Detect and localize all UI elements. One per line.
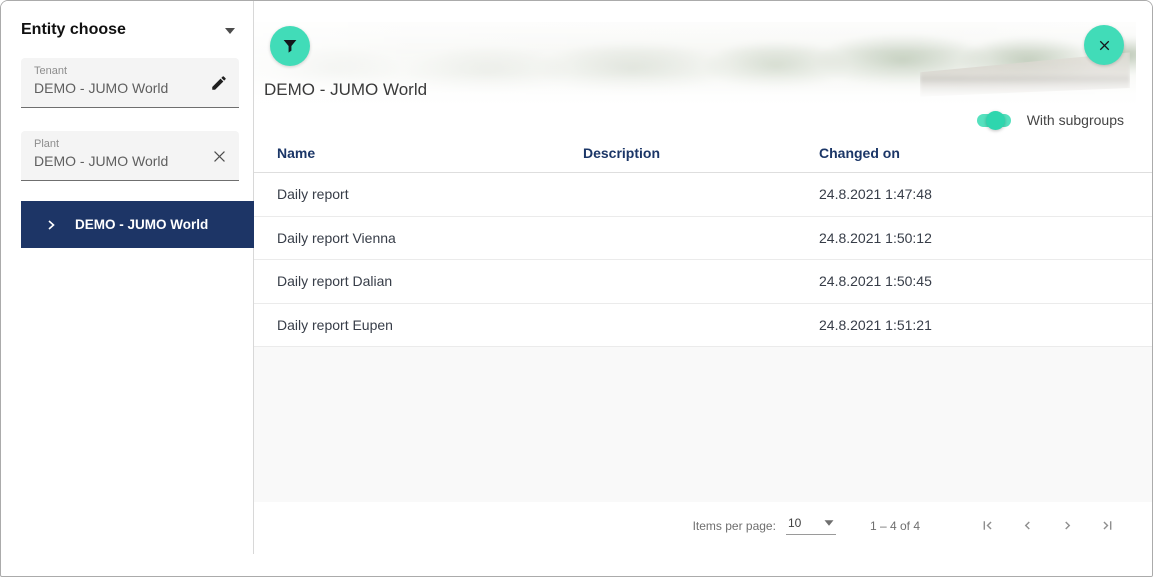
chevron-right-icon [45, 219, 57, 231]
next-page-button[interactable] [1058, 517, 1076, 535]
table-row[interactable]: Daily report Dalian 24.8.2021 1:50:45 [254, 260, 1152, 304]
first-page-button[interactable] [978, 517, 996, 535]
funnel-icon [281, 37, 299, 55]
sidebar: Entity choose Tenant DEMO - JUMO World P… [1, 1, 254, 554]
last-page-button[interactable] [1098, 517, 1116, 535]
app-window: Entity choose Tenant DEMO - JUMO World P… [0, 0, 1153, 577]
banner-image: DEMO - JUMO World [254, 22, 1136, 106]
column-header-name[interactable]: Name [277, 145, 583, 161]
cell-changed-on: 24.8.2021 1:51:21 [819, 317, 1136, 333]
main-panel: DEMO - JUMO World With subgroups Name De… [254, 1, 1152, 577]
cell-changed-on: 24.8.2021 1:47:48 [819, 186, 1136, 202]
close-icon [1096, 37, 1113, 54]
cell-changed-on: 24.8.2021 1:50:12 [819, 230, 1136, 246]
first-page-icon [979, 517, 996, 534]
toggle-row: With subgroups [254, 106, 1152, 134]
items-per-page-value: 10 [788, 516, 801, 530]
table-row[interactable]: Daily report Eupen 24.8.2021 1:51:21 [254, 304, 1152, 348]
cell-name: Daily report Eupen [277, 317, 583, 333]
tenant-value: DEMO - JUMO World [34, 80, 199, 96]
page-title: DEMO - JUMO World [264, 80, 427, 100]
sidebar-title: Entity choose [21, 21, 126, 38]
last-page-icon [1099, 517, 1116, 534]
page-range-label: 1 – 4 of 4 [870, 519, 920, 533]
with-subgroups-label: With subgroups [1027, 112, 1124, 128]
table-row[interactable]: Daily report 24.8.2021 1:47:48 [254, 173, 1152, 217]
toggle-knob [986, 111, 1005, 130]
table-row[interactable]: Daily report Vienna 24.8.2021 1:50:12 [254, 217, 1152, 261]
next-page-icon [1059, 517, 1076, 534]
plant-value: DEMO - JUMO World [34, 153, 199, 169]
entity-tree-item[interactable]: DEMO - JUMO World [21, 201, 254, 248]
table-empty-area [254, 347, 1152, 502]
table-header: Name Description Changed on [254, 134, 1152, 173]
tenant-label: Tenant [34, 65, 199, 77]
column-header-changed-on[interactable]: Changed on [819, 145, 1136, 161]
previous-page-icon [1019, 517, 1036, 534]
edit-icon[interactable] [207, 71, 231, 95]
caret-down-icon [824, 520, 833, 525]
caret-down-icon[interactable] [225, 28, 235, 34]
paginator: Items per page: 10 1 – 4 of 4 [254, 502, 1152, 549]
tree-item-label: DEMO - JUMO World [75, 217, 208, 232]
sidebar-header: Entity choose [21, 21, 239, 43]
previous-page-button[interactable] [1018, 517, 1036, 535]
items-per-page-label: Items per page: [693, 519, 776, 533]
tenant-field[interactable]: Tenant DEMO - JUMO World [21, 58, 239, 108]
with-subgroups-toggle[interactable] [977, 110, 1013, 130]
column-header-description[interactable]: Description [583, 145, 819, 161]
plant-field[interactable]: Plant DEMO - JUMO World [21, 131, 239, 181]
items-per-page-select[interactable]: 10 [786, 516, 836, 535]
cell-name: Daily report Vienna [277, 230, 583, 246]
cell-name: Daily report [277, 186, 583, 202]
clear-icon[interactable] [207, 144, 231, 168]
close-button[interactable] [1084, 25, 1124, 65]
filter-button[interactable] [270, 26, 310, 66]
cell-changed-on: 24.8.2021 1:50:45 [819, 273, 1136, 289]
plant-label: Plant [34, 138, 199, 150]
cell-name: Daily report Dalian [277, 273, 583, 289]
